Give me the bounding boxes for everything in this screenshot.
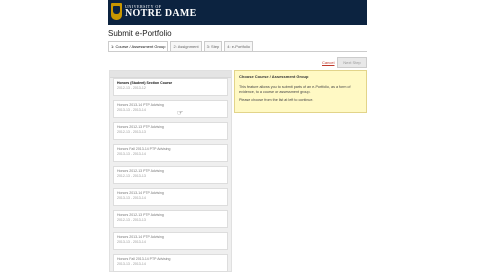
page-title: Submit e-Portfolio (108, 29, 172, 38)
list-item-date: 2012-13 - 2013-13 (117, 218, 146, 222)
list-item[interactable]: Honors (Student) Section Course 2012-13 … (113, 78, 228, 96)
list-item[interactable]: Honors 2012-13 PTP Advising 2012-13 - 20… (113, 166, 228, 184)
course-list-panel: Honors (Student) Section Course 2012-13 … (109, 70, 232, 272)
list-item[interactable]: Honors Fall 2013-14 PTP Advising 2013-13… (113, 254, 228, 272)
list-item-date: 2012-13 - 2013-13 (117, 130, 146, 134)
next-step-button[interactable]: Next Step (337, 57, 367, 68)
list-item[interactable]: Honors Fall 2013-14 PTP Advising 2013-13… (113, 144, 228, 162)
site-header: UNIVERSITY OF NOTRE DAME (108, 0, 367, 25)
list-item-date: 2012-13 - 2013-13 (117, 174, 146, 178)
logo-wordmark: UNIVERSITY OF NOTRE DAME (125, 4, 197, 19)
list-header (110, 71, 231, 78)
list-item-date: 2013-13 - 2013-14 (117, 196, 146, 200)
list-item-date: 2013-13 - 2013-14 (117, 262, 146, 266)
list-item[interactable]: Honors 2013-14 PTP Advising 2013-13 - 20… (113, 232, 228, 250)
list-item-date: 2013-13 - 2013-14 (117, 108, 146, 112)
list-item-date: 2013-13 - 2013-14 (117, 240, 146, 244)
list-item[interactable]: Honors 2012-13 PTP Advising 2012-13 - 20… (113, 122, 228, 140)
logo-main-line: NOTRE DAME (125, 7, 197, 19)
cancel-link[interactable]: Cancel (322, 60, 334, 65)
info-description: This feature allows you to submit parts … (239, 85, 351, 94)
info-title: Choose Course / Assessment Group (239, 74, 309, 79)
list-item-date: 2012-13 - 2013-12 (117, 86, 146, 90)
info-box: Choose Course / Assessment Group This fe… (234, 70, 367, 113)
list-item[interactable]: Honors 2013-14 PTP Advising 2013-13 - 20… (113, 188, 228, 206)
wizard-tabs: 1: Course / Assessment Group 2: Assignme… (108, 41, 367, 52)
info-instruction: Please choose from the list at left to c… (239, 98, 314, 102)
pointer-cursor-icon: ☞ (177, 110, 184, 117)
tab-step[interactable]: 3: Step (203, 41, 223, 51)
list-item[interactable]: Honors 2013-14 PTP Advising 2013-13 - 20… (113, 100, 228, 118)
tab-e-portfolio[interactable]: 4: e-Portfolio (224, 41, 253, 51)
tab-course-assessment-group[interactable]: 1: Course / Assessment Group (108, 41, 169, 51)
list-item-date: 2013-13 - 2013-14 (117, 152, 146, 156)
tab-assignment[interactable]: 2: Assignment (170, 41, 202, 51)
shield-icon (111, 3, 122, 20)
list-item[interactable]: Honors 2012-13 PTP Advising 2012-13 - 20… (113, 210, 228, 228)
university-logo[interactable]: UNIVERSITY OF NOTRE DAME (111, 3, 197, 20)
